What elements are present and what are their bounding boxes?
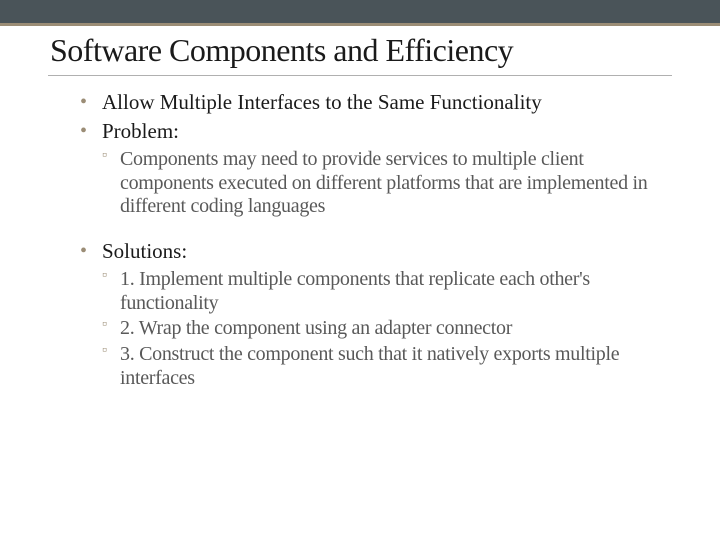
spacer xyxy=(50,221,670,239)
problem-sublist: Components may need to provide services … xyxy=(50,148,670,219)
solutions-sublist: 1. Implement multiple components that re… xyxy=(50,268,670,390)
bullet-item: Solutions: xyxy=(80,239,670,264)
bullet-item: Allow Multiple Interfaces to the Same Fu… xyxy=(80,90,670,115)
sub-item: 1. Implement multiple components that re… xyxy=(102,268,670,315)
main-bullet-list: Solutions: xyxy=(50,239,670,264)
main-bullet-list: Allow Multiple Interfaces to the Same Fu… xyxy=(50,90,670,144)
sub-item: 2. Wrap the component using an adapter c… xyxy=(102,317,670,341)
bullet-item: Problem: xyxy=(80,119,670,144)
sub-item: 3. Construct the component such that it … xyxy=(102,343,670,390)
slide-title: Software Components and Efficiency xyxy=(50,32,670,69)
sub-item: Components may need to provide services … xyxy=(102,148,670,219)
slide-content: Software Components and Efficiency Allow… xyxy=(0,26,720,390)
header-bar xyxy=(0,0,720,26)
title-divider xyxy=(48,75,672,76)
